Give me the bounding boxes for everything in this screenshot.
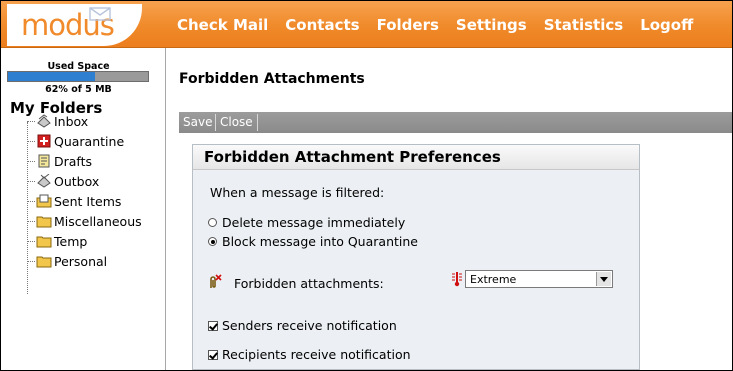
forbidden-attachments-label: Forbidden attachments:	[234, 276, 384, 291]
toolbar: Save Close	[179, 112, 732, 133]
folder-label: Sent Items	[54, 193, 122, 209]
folder-label: Miscellaneous	[54, 213, 142, 229]
folder-quarantine[interactable]: Quarantine	[27, 131, 124, 151]
senders-notification-option[interactable]: Senders receive notification	[208, 318, 397, 333]
forbidden-level-select[interactable]: Extreme	[465, 270, 613, 288]
page-title: Forbidden Attachments	[179, 71, 365, 87]
folder-label: Outbox	[54, 173, 100, 189]
thermometer-level-icon	[452, 272, 462, 287]
nav-folders[interactable]: Folders	[377, 16, 439, 34]
option-label: Delete message immediately	[222, 215, 406, 230]
senders-notification-checkbox[interactable]	[208, 320, 218, 331]
nav-statistics[interactable]: Statistics	[544, 16, 623, 34]
folder-temp[interactable]: Temp	[27, 231, 87, 251]
folder-icon	[36, 256, 52, 268]
panel-header: Forbidden Attachment Preferences	[193, 145, 639, 170]
panel-title: Forbidden Attachment Preferences	[204, 148, 501, 166]
option-label: Recipients receive notification	[222, 347, 411, 362]
used-space-text: 62% of 5 MB	[45, 84, 112, 95]
app-window: modus Check Mail Contacts Folders Settin…	[0, 0, 733, 371]
delete-immediately-option[interactable]: Delete message immediately	[208, 215, 405, 230]
quarantine-icon	[37, 134, 51, 148]
used-space-fill	[8, 72, 95, 81]
attachment-forbidden-icon	[210, 274, 222, 288]
sidebar-divider	[165, 48, 166, 370]
folder-drafts[interactable]: Drafts	[27, 151, 92, 171]
recipients-notification-checkbox[interactable]	[208, 349, 218, 360]
folder-miscellaneous[interactable]: Miscellaneous	[27, 211, 142, 231]
logo: modus	[7, 4, 142, 46]
inbox-icon	[37, 114, 51, 128]
folder-inbox[interactable]: Inbox	[27, 111, 88, 131]
nav-settings[interactable]: Settings	[456, 16, 527, 34]
option-label: Senders receive notification	[222, 318, 397, 333]
recipients-notification-option[interactable]: Recipients receive notification	[208, 347, 411, 362]
save-button[interactable]: Save	[183, 115, 212, 129]
folder-personal[interactable]: Personal	[27, 251, 107, 271]
block-quarantine-radio[interactable]	[208, 237, 217, 246]
folder-sent-items[interactable]: Sent Items	[27, 191, 121, 211]
preferences-panel: Forbidden Attachment Preferences When a …	[192, 144, 640, 370]
close-button[interactable]: Close	[220, 115, 253, 129]
filtered-label: When a message is filtered:	[210, 185, 385, 200]
toolbar-separator	[257, 114, 258, 131]
forbidden-level-value: Extreme	[470, 273, 517, 286]
used-space-bar	[7, 71, 149, 82]
top-nav-bar: modus Check Mail Contacts Folders Settin…	[1, 1, 732, 48]
chevron-down-icon[interactable]	[596, 272, 611, 286]
folder-outbox[interactable]: Outbox	[27, 171, 99, 191]
folder-label: Quarantine	[54, 133, 125, 149]
folder-label: Inbox	[54, 113, 89, 129]
drafts-icon	[38, 154, 50, 168]
option-label: Block message into Quarantine	[222, 234, 418, 249]
main-nav: Check Mail Contacts Folders Settings Sta…	[177, 16, 710, 34]
envelope-logo-icon	[89, 7, 111, 21]
folder-label: Drafts	[54, 153, 93, 169]
folder-label: Temp	[54, 233, 88, 249]
folder-label: Personal	[54, 253, 108, 269]
folder-icon	[36, 236, 52, 248]
outbox-icon	[37, 174, 51, 188]
nav-check-mail[interactable]: Check Mail	[177, 16, 268, 34]
toolbar-separator	[215, 114, 216, 131]
nav-contacts[interactable]: Contacts	[285, 16, 359, 34]
block-quarantine-option[interactable]: Block message into Quarantine	[208, 234, 418, 249]
delete-immediately-radio[interactable]	[208, 218, 217, 227]
folder-icon	[36, 216, 52, 228]
nav-logoff[interactable]: Logoff	[640, 16, 693, 34]
sent-items-icon	[36, 194, 52, 208]
